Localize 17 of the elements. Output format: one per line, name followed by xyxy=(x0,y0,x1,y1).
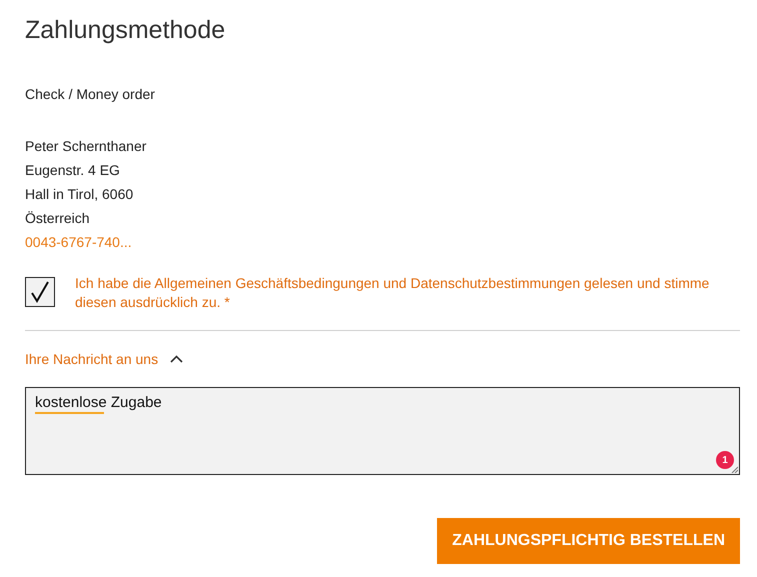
message-toggle[interactable]: Ihre Nachricht an uns xyxy=(25,347,184,371)
issue-count-badge: 1 xyxy=(716,451,734,469)
payment-method: Check / Money order xyxy=(25,85,156,104)
checkmark-icon xyxy=(30,281,50,303)
resize-handle-icon[interactable] xyxy=(731,466,738,473)
message-field[interactable]: kostenlose Zugabe 1 xyxy=(25,387,740,475)
address-line: Eugenstr. 4 EG xyxy=(25,161,121,180)
spelling-underline xyxy=(35,412,104,414)
section-title: Zahlungsmethode xyxy=(25,15,226,46)
phone-link[interactable]: 0043-6767-740... xyxy=(25,230,132,254)
address-line: Österreich xyxy=(25,209,91,228)
address-line: Hall in Tirol, 6060 xyxy=(25,185,134,204)
order-button[interactable]: ZAHLUNGSPFLICHTIG BESTELLEN xyxy=(437,518,740,564)
address-line: Peter Schernthaner xyxy=(25,137,148,156)
chevron-up-icon xyxy=(170,355,184,363)
terms-label: Ich habe die Allgemeinen Geschäftsbedingungen und Datenschutzbestimmungen gelesen und stimme diesen ausdrücklich zu. * xyxy=(75,274,710,312)
terms-checkbox[interactable] xyxy=(25,277,55,307)
